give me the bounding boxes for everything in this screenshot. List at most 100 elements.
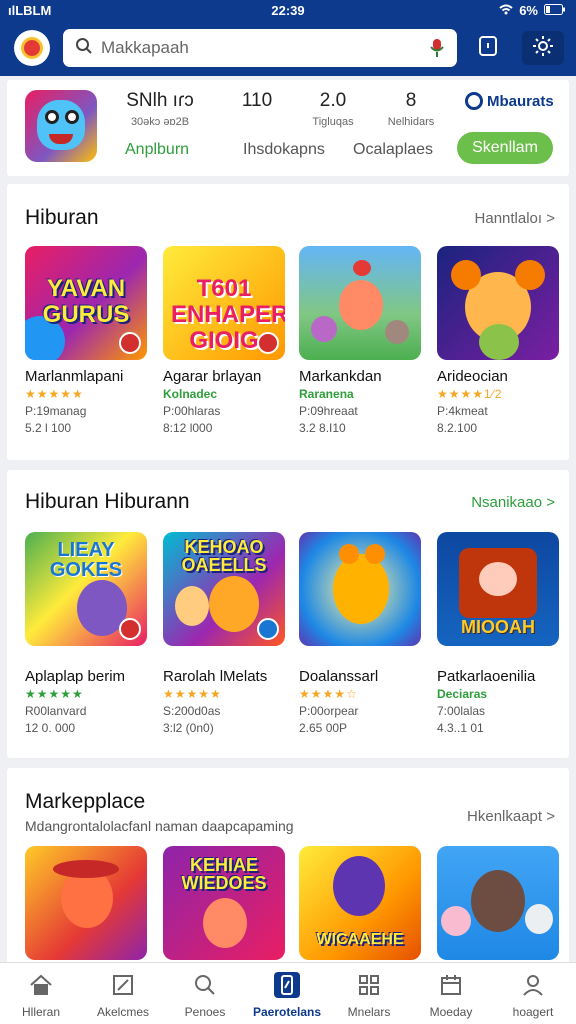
app-badge-icon (119, 618, 141, 640)
app-thumbnail[interactable]: T601 ENHAPER GIOIG (163, 246, 285, 360)
app-thumbnail[interactable]: YAVAN GURUS (25, 246, 147, 360)
stat-value: 8 (405, 90, 417, 111)
see-more-link[interactable]: Hkenlkaapt > (467, 808, 555, 825)
nav-apps[interactable]: Akelcmes (82, 963, 164, 1024)
app-name: Agarar brlayan (163, 368, 262, 385)
app-rating: Kolnadec (163, 387, 218, 401)
edit-icon (110, 972, 136, 998)
stat-label: Nelhidars (387, 116, 435, 128)
app-meta: 5.2 l 100 (25, 421, 72, 435)
thumbnail-art-text: MIOOAH (461, 617, 535, 637)
mic-icon[interactable] (429, 38, 445, 63)
app-thumbnail[interactable]: LIEAY GOKES (25, 532, 147, 646)
app-meta: P:00hlaras (163, 404, 221, 418)
section-title: Hiburan (25, 206, 99, 229)
app-rating: Raranena (299, 387, 354, 401)
thumbnail-art-text: KEHOAO OAEELLS (181, 537, 267, 575)
grid-icon (356, 972, 382, 998)
nav-label: Hlleran (21, 1005, 60, 1019)
stat-downloads: 110 (229, 90, 285, 116)
thumbnail-art-text: YAVAN GURUS (42, 275, 130, 328)
nav-label: hoagert (512, 1005, 554, 1019)
app-thumbnail[interactable] (437, 246, 559, 360)
section-hiburan: Hiburan Hanntlaloı > YAVAN GURUS Marlanm… (7, 184, 569, 460)
see-more-link[interactable]: Hanntlaloı > (475, 210, 555, 227)
search-bar[interactable] (63, 29, 457, 67)
app-thumbnail[interactable]: WICAAEHE (299, 846, 421, 960)
phone-icon (274, 972, 300, 998)
nav-search[interactable]: Penoes (164, 963, 246, 1024)
nav-label: Mnelars (347, 1005, 391, 1019)
app-name: Aplaplap berim (25, 668, 126, 685)
app-meta: 3:l2 (0n0) (163, 721, 214, 735)
app-logo[interactable] (14, 30, 50, 66)
section-title: Markepplace (25, 790, 146, 813)
nav-featured[interactable]: Paerotelans (246, 963, 328, 1024)
app-thumbnail[interactable] (299, 246, 421, 360)
save-button[interactable] (471, 31, 505, 65)
developer-name: Mbaurats (487, 92, 554, 110)
app-meta: 8.2.100 (437, 421, 478, 435)
developer-link[interactable]: Mbaurats (465, 92, 554, 110)
bottom-navigation: Hlleran Akelcmes Penoes Paerotelans Mnel… (0, 962, 576, 1024)
nav-grid[interactable]: Mnelars (328, 963, 410, 1024)
install-button[interactable]: Skenllam (457, 132, 553, 164)
app-name: Arideocian (437, 368, 508, 385)
nav-label: Moeday (429, 1005, 473, 1019)
clock: 22:39 (271, 3, 305, 18)
wifi-icon (499, 3, 513, 18)
app-rating: ★★★★★ (25, 687, 84, 701)
app-thumbnail[interactable] (25, 846, 147, 960)
stat-rating: SNlh ıɾɔ 30əkɔ əɒ2B (119, 90, 201, 128)
nav-label: Paerotelans (252, 1005, 322, 1019)
thumbnail-art-text: WICAAEHE (316, 931, 404, 948)
stat-age: 8 Nelhidars (379, 90, 443, 128)
featured-app-icon[interactable] (25, 90, 97, 162)
app-thumbnail[interactable]: KEHOAO OAEELLS (163, 532, 285, 646)
search-input[interactable] (101, 38, 401, 58)
nav-profile[interactable]: hoagert (492, 963, 574, 1024)
section-subtitle: Mdangrontalolacfanl naman daapcapaming (25, 818, 294, 834)
app-meta: 3.2 8.I10 (299, 421, 346, 435)
app-meta: P:4kmeat (437, 404, 488, 418)
battery-label: 6% (519, 3, 538, 18)
tab-link-1[interactable]: Anplburn (125, 141, 189, 159)
save-icon (478, 35, 498, 62)
settings-button[interactable] (522, 31, 564, 65)
app-badge-icon (119, 332, 141, 354)
app-meta: 8:12 l000 (163, 421, 213, 435)
app-header (0, 22, 576, 76)
see-more-link[interactable]: Nsanikaao > (471, 494, 555, 511)
app-name: Patkarlaoenilia (437, 668, 536, 685)
thumbnail-art-text: KEHIAE WIEDOES (181, 855, 267, 893)
stat-label: Tigluqas (312, 116, 354, 128)
app-thumbnail[interactable]: KEHIAE WIEDOES (163, 846, 285, 960)
developer-icon (465, 92, 483, 110)
app-meta: P:19manag (25, 404, 87, 418)
battery-icon (544, 3, 566, 18)
section-hiburan-hiburann: Hiburan Hiburann Nsanikaao > LIEAY GOKES… (7, 470, 569, 758)
app-thumbnail[interactable] (437, 846, 559, 960)
app-meta: P:00orpear (299, 704, 359, 718)
app-thumbnail[interactable] (299, 532, 421, 646)
app-thumbnail[interactable]: MIOOAH (437, 532, 559, 646)
tab-link-3[interactable]: Ocalaplaes (353, 141, 433, 159)
app-name: Doalanssarl (299, 668, 379, 685)
tab-link-2[interactable]: Ihsdokapns (243, 141, 325, 159)
featured-app-card[interactable]: SNlh ıɾɔ 30əkɔ əɒ2B 110 2.0 Tigluqas 8 N… (7, 80, 569, 176)
search-icon (192, 972, 218, 998)
home-icon (28, 972, 54, 998)
app-name: Rarolah lMelats (163, 668, 268, 685)
app-badge-icon (257, 618, 279, 640)
app-rating: Deciaras (437, 687, 488, 701)
app-name: Markankdan (299, 368, 382, 385)
nav-home[interactable]: Hlleran (0, 963, 82, 1024)
stat-label: 30əkɔ əɒ2B (130, 116, 190, 128)
nav-calendar[interactable]: Moeday (410, 963, 492, 1024)
app-rating: ★★★★☆ (299, 687, 358, 701)
stat-value: 2.0 (319, 90, 347, 111)
search-icon (75, 37, 93, 60)
section-title: Hiburan Hiburann (25, 490, 190, 513)
app-rating: ★★★★★ (163, 687, 222, 701)
stat-size: 2.0 Tigluqas (303, 90, 363, 128)
